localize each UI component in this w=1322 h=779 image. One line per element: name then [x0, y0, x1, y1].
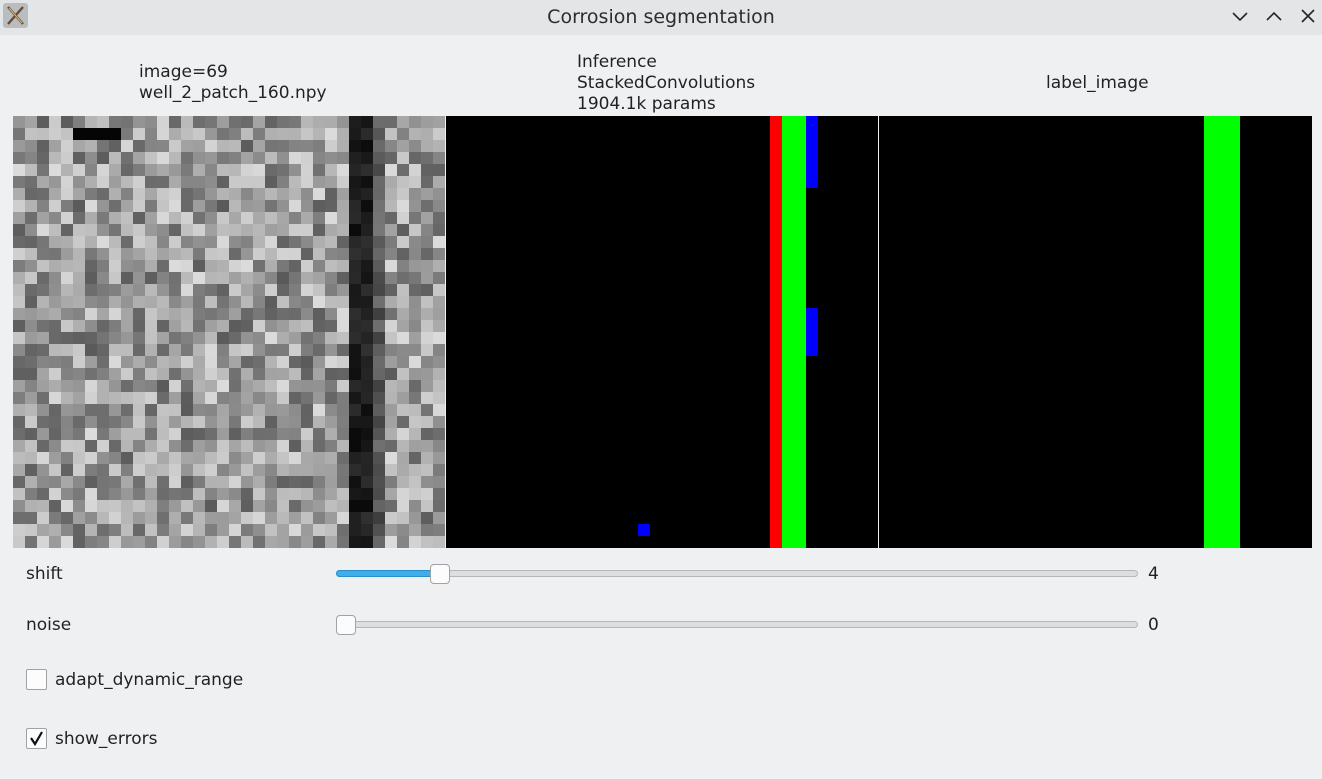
label-image-title: label_image	[1046, 73, 1149, 93]
slider-handle[interactable]	[430, 564, 450, 584]
shift-value: 4	[1148, 564, 1159, 584]
input-image-canvas	[13, 116, 445, 548]
noise-label: noise	[26, 615, 72, 635]
adapt-dynamic-range-label: adapt_dynamic_range	[55, 670, 244, 690]
grayscale-patch-image	[13, 116, 445, 548]
noise-slider[interactable]	[336, 615, 1138, 635]
error-marker	[638, 524, 650, 536]
title-bar: Corrosion segmentation	[0, 0, 1322, 35]
shift-label: shift	[26, 564, 63, 584]
inference-segmentation-image	[446, 116, 878, 548]
inference-title: Inference StackedConvolutions 1904.1k pa…	[577, 52, 756, 114]
input-image-title: image=69 well_2_patch_160.npy	[139, 62, 327, 103]
minimize-icon[interactable]	[1228, 5, 1252, 29]
label-image-canvas	[879, 116, 1312, 548]
slider-groove	[336, 570, 1138, 577]
corrosion-red-band	[770, 116, 782, 548]
error-marker	[806, 308, 818, 356]
show-errors-checkbox[interactable]	[26, 728, 47, 749]
adapt-dynamic-range-checkbox[interactable]	[26, 669, 47, 690]
slider-groove	[336, 621, 1138, 628]
show-errors-label: show_errors	[55, 729, 158, 749]
checkmark-icon	[30, 731, 43, 747]
shift-slider[interactable]	[336, 564, 1138, 584]
slider-fill	[336, 570, 440, 577]
close-icon[interactable]	[1296, 5, 1320, 29]
window-title: Corrosion segmentation	[547, 6, 775, 28]
label-green-band	[1204, 116, 1240, 548]
error-marker	[806, 116, 818, 188]
maximize-icon[interactable]	[1262, 5, 1286, 29]
inference-canvas	[446, 116, 878, 548]
corrosion-green-band	[782, 116, 806, 548]
slider-handle[interactable]	[336, 615, 356, 635]
noise-value: 0	[1148, 615, 1159, 635]
label-segmentation-image	[879, 116, 1312, 548]
